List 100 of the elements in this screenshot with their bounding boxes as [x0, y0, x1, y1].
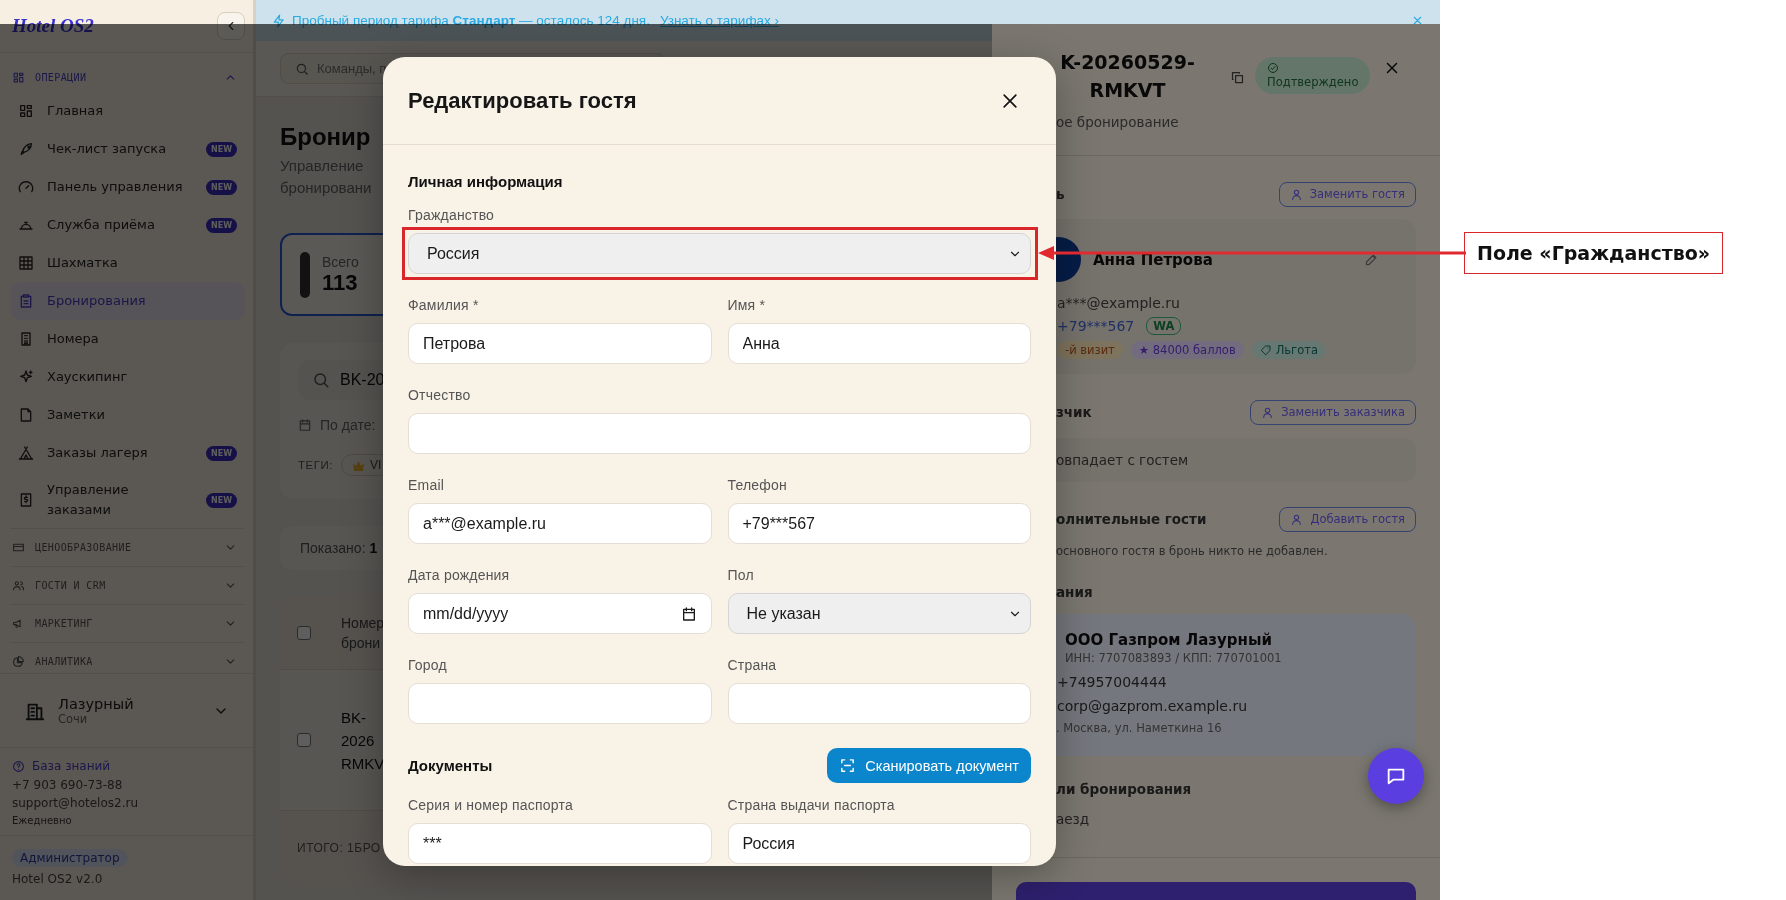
scan-icon: [839, 757, 857, 774]
tags-label: ТЕГИ:: [298, 459, 333, 471]
calendar-icon: [298, 418, 312, 432]
text-field[interactable]: Анна: [727, 323, 1031, 364]
section-title: олнительные гости: [1056, 511, 1207, 527]
knowledge-base-link[interactable]: База знаний: [12, 756, 111, 776]
text-field[interactable]: [727, 683, 1031, 724]
guest-phone[interactable]: +79***567: [1057, 318, 1135, 334]
field-label: Город: [408, 656, 448, 674]
new-badge: NEW: [206, 217, 237, 233]
support-phone: +7 903 690-73-88: [12, 777, 124, 794]
callout-label: Поле «Гражданство»: [1464, 232, 1723, 274]
guest-tag: Льгота: [1251, 341, 1326, 359]
checkbox[interactable]: [297, 625, 311, 640]
new-badge: NEW: [206, 179, 237, 195]
nav-item[interactable]: Чек-лист запуска NEW: [10, 130, 245, 168]
new-badge: NEW: [206, 492, 237, 508]
nav-item[interactable]: Бронирования: [10, 282, 245, 320]
new-badge: NEW: [206, 141, 237, 157]
date-field[interactable]: mm/dd/yyyy: [408, 593, 712, 634]
clipboard-icon: [18, 293, 34, 309]
replace-guest-button[interactable]: Заменить гостя: [1278, 181, 1416, 207]
table-cell-text: RMKV: [341, 753, 385, 774]
field-label: Гражданство: [408, 206, 496, 224]
gauge-icon: [18, 179, 34, 195]
booking-number: K-20260529-: [1060, 50, 1195, 75]
date-input[interactable]: mm/dd/yyyy: [423, 604, 681, 623]
tent-icon: [18, 445, 34, 461]
booking-number: RMKVT: [1089, 78, 1166, 103]
stat-bar-icon: [300, 251, 310, 298]
nav-item[interactable]: Главная: [10, 92, 245, 130]
person-icon: [1261, 405, 1275, 419]
page-title: Бронир: [280, 123, 371, 151]
text-field[interactable]: ***: [408, 823, 712, 864]
select-field[interactable]: Россия: [408, 233, 1031, 274]
grid-icon: [18, 103, 34, 119]
rocket-icon: [18, 141, 34, 157]
company-name: ООО Газпром Лазурный: [1065, 630, 1272, 650]
text-field[interactable]: Петрова: [408, 323, 712, 364]
section-heading: Документы: [408, 755, 493, 776]
nav-item[interactable]: Номера: [10, 320, 245, 358]
column-header: Номер: [341, 613, 385, 633]
field-label: Страна: [727, 656, 778, 674]
field-label: Телефон: [727, 476, 788, 494]
nav-section-header[interactable]: АНАЛИТИКА: [10, 642, 245, 673]
support-hours: Ежедневно: [12, 814, 73, 828]
field-label: Имя *: [727, 296, 767, 314]
scan-document-button[interactable]: Сканировать документ: [827, 748, 1031, 783]
nav-section-header[interactable]: ЦЕНООБРАЗОВАНИЕ: [10, 528, 245, 566]
extra-guests-note: основного гостя в бронь никто не добавлен.: [1056, 544, 1328, 558]
guest-tag: ★ 84000 баллов: [1130, 341, 1244, 359]
edit-icon: [1364, 252, 1379, 267]
text-field[interactable]: Россия: [727, 823, 1031, 864]
support-email: support@hotelos2.ru: [12, 795, 140, 812]
users-icon: [12, 579, 25, 592]
section-title: ания: [1056, 584, 1093, 600]
search-input[interactable]: BK-20: [340, 371, 540, 389]
search-icon: [295, 61, 309, 76]
grid-icon: [12, 70, 25, 84]
checkin-label: аезд: [1056, 811, 1090, 827]
text-field[interactable]: a***@example.ru: [408, 503, 712, 544]
replace-customer-button[interactable]: Заменить заказчика: [1250, 399, 1416, 425]
company-ids: ИНН: 7707083893 / КПП: 770701001: [1065, 650, 1282, 666]
person-icon: [1290, 512, 1304, 526]
collapse-button[interactable]: [217, 12, 245, 40]
nav-item[interactable]: Панель управления NEW: [10, 168, 245, 206]
text-field[interactable]: +79***567: [727, 503, 1031, 544]
field-label: Email: [408, 476, 445, 494]
new-badge: NEW: [206, 445, 237, 461]
company-phone: +74957004444: [1057, 673, 1167, 692]
copy-icon: [1230, 70, 1245, 85]
dialog-title: Редактировать гостя: [408, 87, 637, 114]
nav-section-header[interactable]: МАРКЕТИНГ: [10, 604, 245, 642]
nav-item[interactable]: Служба приёма NEW: [10, 206, 245, 244]
section-title: ь: [1056, 186, 1065, 202]
checkbox[interactable]: [297, 733, 311, 747]
text-field[interactable]: [408, 413, 1031, 454]
customer-note: овпадает с гостем: [1056, 452, 1189, 468]
nav-section-header[interactable]: ОПЕРАЦИИ: [10, 62, 245, 92]
add-guest-button[interactable]: Добавить гостя: [1279, 506, 1416, 532]
nav-item[interactable]: Шахматка: [10, 244, 245, 282]
section-title: ли бронирования: [1056, 781, 1192, 797]
field-label: Пол: [727, 566, 755, 584]
lightning-icon: [272, 13, 286, 28]
text-field[interactable]: [408, 683, 712, 724]
field-label: Дата рождения: [408, 566, 511, 584]
card-icon: [12, 541, 25, 554]
results-count: Показано: 1: [300, 540, 378, 556]
guest-name: Анна Петрова: [1093, 250, 1214, 269]
nav-item[interactable]: Управление заказами NEW: [10, 472, 245, 528]
nav-item[interactable]: Хаускипинг: [10, 358, 245, 396]
nav-item[interactable]: Заметки: [10, 396, 245, 434]
help-icon: [12, 759, 25, 773]
section-title: зчик: [1056, 404, 1092, 420]
column-header: брони: [341, 633, 382, 653]
field-label: Фамилия *: [408, 296, 480, 314]
select-field[interactable]: Не указан: [727, 593, 1031, 634]
nav-item[interactable]: Заказы лагеря NEW: [10, 434, 245, 472]
field-label: Серия и номер паспорта: [408, 796, 574, 814]
close-icon: [1411, 14, 1424, 27]
